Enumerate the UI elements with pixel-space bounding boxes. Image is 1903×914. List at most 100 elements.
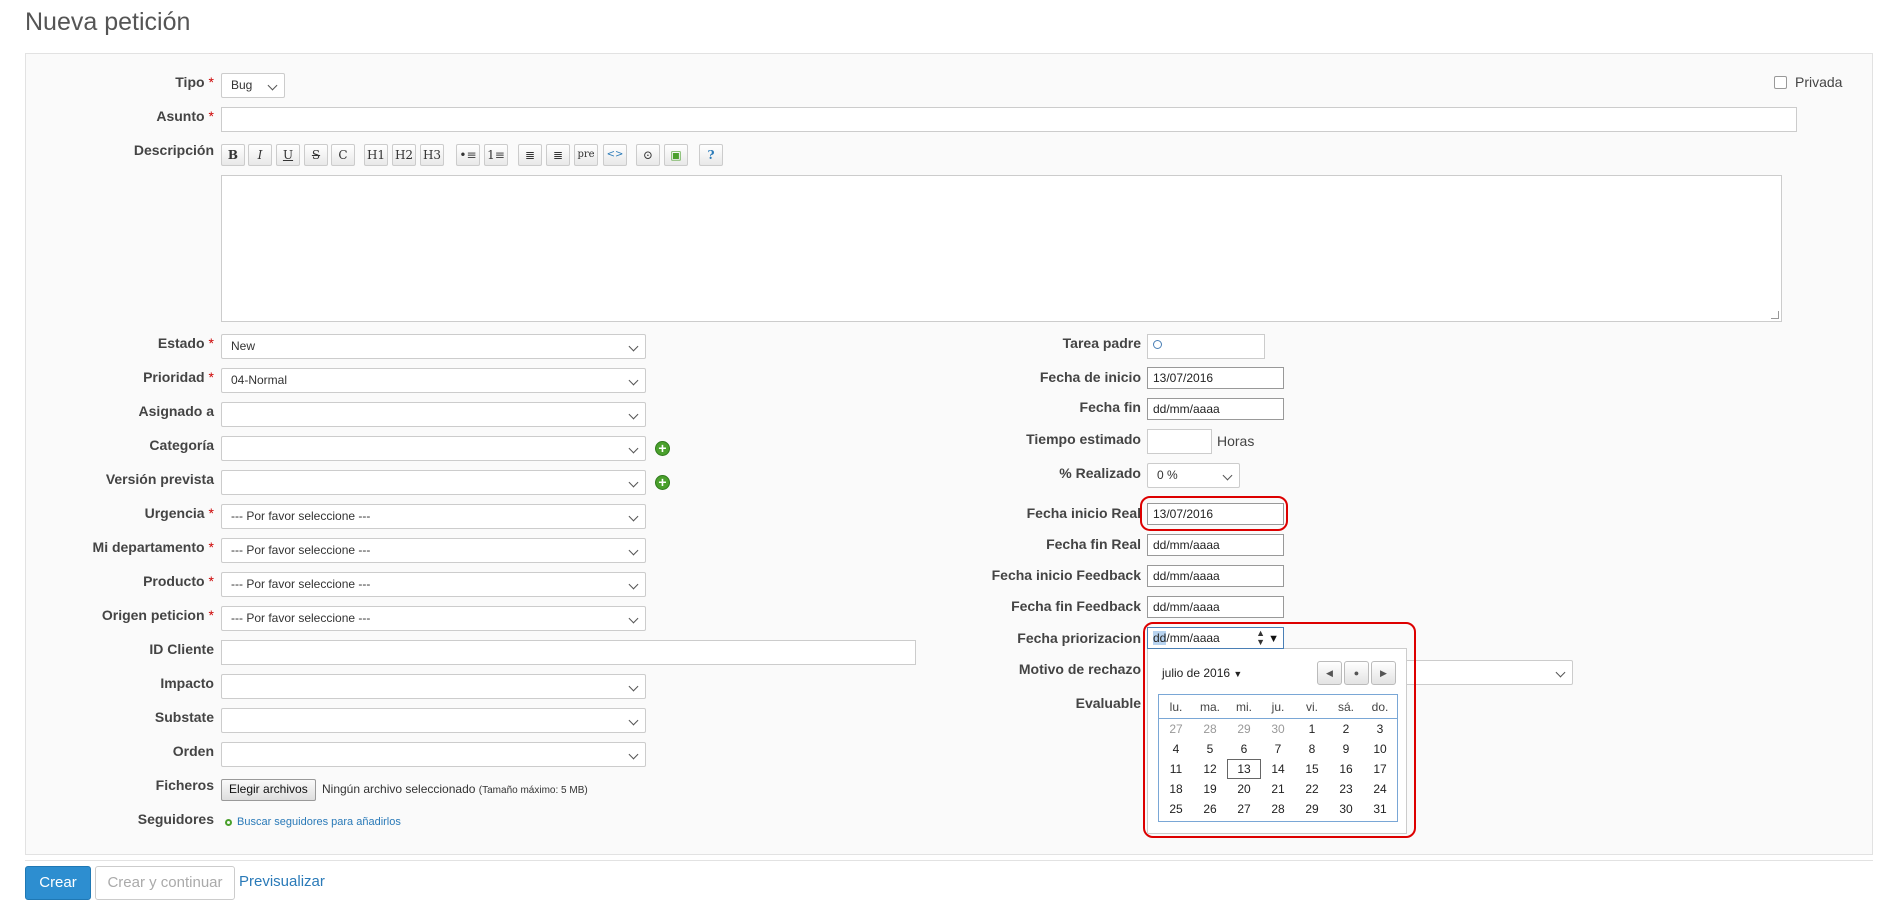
descripcion-textarea[interactable] — [221, 175, 1782, 322]
italic-button[interactable]: I — [248, 144, 272, 166]
fecha-fin-input[interactable]: dd/mm/aaaa — [1147, 398, 1284, 420]
calendar-day[interactable]: 19 — [1193, 779, 1227, 799]
calendar-day[interactable]: 22 — [1295, 779, 1329, 799]
calendar-day[interactable]: 1 — [1295, 719, 1329, 739]
code-inline-button[interactable]: C — [331, 144, 355, 166]
heading3-button[interactable]: H3 — [420, 144, 444, 166]
choose-files-button[interactable]: Elegir archivos — [221, 779, 316, 801]
calendar-day[interactable]: 10 — [1363, 739, 1397, 759]
dropdown-arrow-icon[interactable]: ▼ — [1268, 632, 1279, 646]
crear-button[interactable]: Crear — [25, 866, 91, 900]
tiempo-estimado-input[interactable] — [1147, 429, 1212, 454]
next-month-button[interactable]: ▶ — [1371, 661, 1396, 685]
calendar-day[interactable]: 29 — [1227, 719, 1261, 739]
calendar-day[interactable]: 5 — [1193, 739, 1227, 759]
calendar-day[interactable]: 25 — [1159, 799, 1193, 819]
calendar-day[interactable]: 4 — [1159, 739, 1193, 759]
calendar-day[interactable]: 8 — [1295, 739, 1329, 759]
departamento-select[interactable]: --- Por favor seleccione --- — [221, 538, 646, 563]
origen-select[interactable]: --- Por favor seleccione --- — [221, 606, 646, 631]
code-button[interactable]: <> — [603, 144, 627, 166]
indent-button[interactable]: ≣ — [518, 144, 542, 166]
id-cliente-input[interactable] — [221, 640, 916, 665]
prev-month-button[interactable]: ◀ — [1317, 661, 1342, 685]
ordered-list-button[interactable]: 1≡ — [484, 144, 508, 166]
substate-select[interactable] — [221, 708, 646, 733]
crear-continuar-button[interactable]: Crear y continuar — [95, 866, 235, 900]
calendar-day[interactable]: 16 — [1329, 759, 1363, 779]
add-categoria-icon[interactable]: + — [655, 441, 670, 456]
id-cliente-label: ID Cliente — [149, 641, 214, 657]
calendar-day[interactable]: 20 — [1227, 779, 1261, 799]
estado-select[interactable]: New — [221, 334, 646, 359]
calendar-month-selector[interactable]: julio de 2016 ▼ — [1162, 666, 1242, 680]
horas-unit: Horas — [1217, 433, 1255, 449]
calendar-day[interactable]: 12 — [1193, 759, 1227, 779]
tipo-select[interactable]: Bug — [221, 73, 285, 98]
calendar-day[interactable]: 17 — [1363, 759, 1397, 779]
departamento-label: Mi departamento * — [92, 539, 214, 555]
calendar-day[interactable]: 21 — [1261, 779, 1295, 799]
fecha-inicio-real-input[interactable]: 13/07/2016 — [1147, 503, 1284, 525]
resize-handle-icon[interactable] — [1771, 311, 1779, 319]
calendar-day[interactable]: 14 — [1261, 759, 1295, 779]
calendar-day[interactable]: 27 — [1227, 799, 1261, 819]
fecha-inicio-feedback-input[interactable]: dd/mm/aaaa — [1147, 565, 1284, 587]
add-version-icon[interactable]: + — [655, 475, 670, 490]
calendar-day[interactable]: 30 — [1329, 799, 1363, 819]
help-button[interactable]: ? — [699, 144, 723, 166]
unordered-list-button[interactable]: •≡ — [456, 144, 480, 166]
calendar-day[interactable]: 27 — [1159, 719, 1193, 739]
urgencia-select[interactable]: --- Por favor seleccione --- — [221, 504, 646, 529]
calendar-day[interactable]: 6 — [1227, 739, 1261, 759]
link-button[interactable]: ⊙ — [636, 144, 660, 166]
calendar-day[interactable]: 28 — [1193, 719, 1227, 739]
fecha-fin-real-input[interactable]: dd/mm/aaaa — [1147, 534, 1284, 556]
weekday-header: sá. — [1337, 700, 1354, 714]
previsualizar-link[interactable]: Previsualizar — [239, 873, 325, 890]
producto-select[interactable]: --- Por favor seleccione --- — [221, 572, 646, 597]
tarea-padre-input[interactable] — [1147, 334, 1265, 359]
today-button[interactable]: ● — [1344, 661, 1369, 685]
calendar-day[interactable]: 9 — [1329, 739, 1363, 759]
privada-checkbox[interactable] — [1774, 76, 1787, 89]
calendar-day[interactable]: 26 — [1193, 799, 1227, 819]
calendar-day[interactable]: 15 — [1295, 759, 1329, 779]
impacto-select[interactable] — [221, 674, 646, 699]
heading2-button[interactable]: H2 — [392, 144, 416, 166]
strikethrough-button[interactable]: S — [304, 144, 328, 166]
calendar-day[interactable]: 29 — [1295, 799, 1329, 819]
realizado-select[interactable]: 0 % — [1147, 463, 1240, 488]
calendar-day[interactable]: 18 — [1159, 779, 1193, 799]
calendar-day[interactable]: 3 — [1363, 719, 1397, 739]
calendar-day[interactable]: 31 — [1363, 799, 1397, 819]
calendar-day[interactable]: 13 — [1227, 759, 1261, 779]
outdent-button[interactable]: ≣ — [546, 144, 570, 166]
calendar-day[interactable]: 2 — [1329, 719, 1363, 739]
chevron-down-icon — [628, 375, 639, 386]
fecha-priorizacion-input[interactable]: dd/mm/aaaa ▲ ▼ ▼ — [1147, 627, 1284, 649]
calendar-day[interactable]: 23 — [1329, 779, 1363, 799]
calendar-day[interactable]: 11 — [1159, 759, 1193, 779]
fecha-fin-feedback-input[interactable]: dd/mm/aaaa — [1147, 596, 1284, 618]
categoria-select[interactable] — [221, 436, 646, 461]
fecha-inicio-input[interactable]: 13/07/2016 — [1147, 367, 1284, 389]
calendar-day[interactable]: 30 — [1261, 719, 1295, 739]
image-button[interactable]: ▣ — [664, 144, 688, 166]
calendar-day[interactable]: 24 — [1363, 779, 1397, 799]
calendar-week: 27 28 29 30 1 2 3 — [1159, 719, 1397, 739]
bold-button[interactable]: B — [221, 144, 245, 166]
asignado-select[interactable] — [221, 402, 646, 427]
asunto-input[interactable] — [221, 107, 1797, 132]
spin-arrows-icon[interactable]: ▲ ▼ — [1256, 629, 1265, 647]
calendar-day[interactable]: 28 — [1261, 799, 1295, 819]
underline-button[interactable]: U — [276, 144, 300, 166]
heading1-button[interactable]: H1 — [364, 144, 388, 166]
pre-button[interactable]: pre — [574, 144, 598, 166]
version-select[interactable] — [221, 470, 646, 495]
chevron-down-icon — [628, 579, 639, 590]
prioridad-select[interactable]: 04-Normal — [221, 368, 646, 393]
orden-select[interactable] — [221, 742, 646, 767]
calendar-day[interactable]: 7 — [1261, 739, 1295, 759]
search-watchers-link[interactable]: Buscar seguidores para añadirlos — [237, 816, 401, 828]
